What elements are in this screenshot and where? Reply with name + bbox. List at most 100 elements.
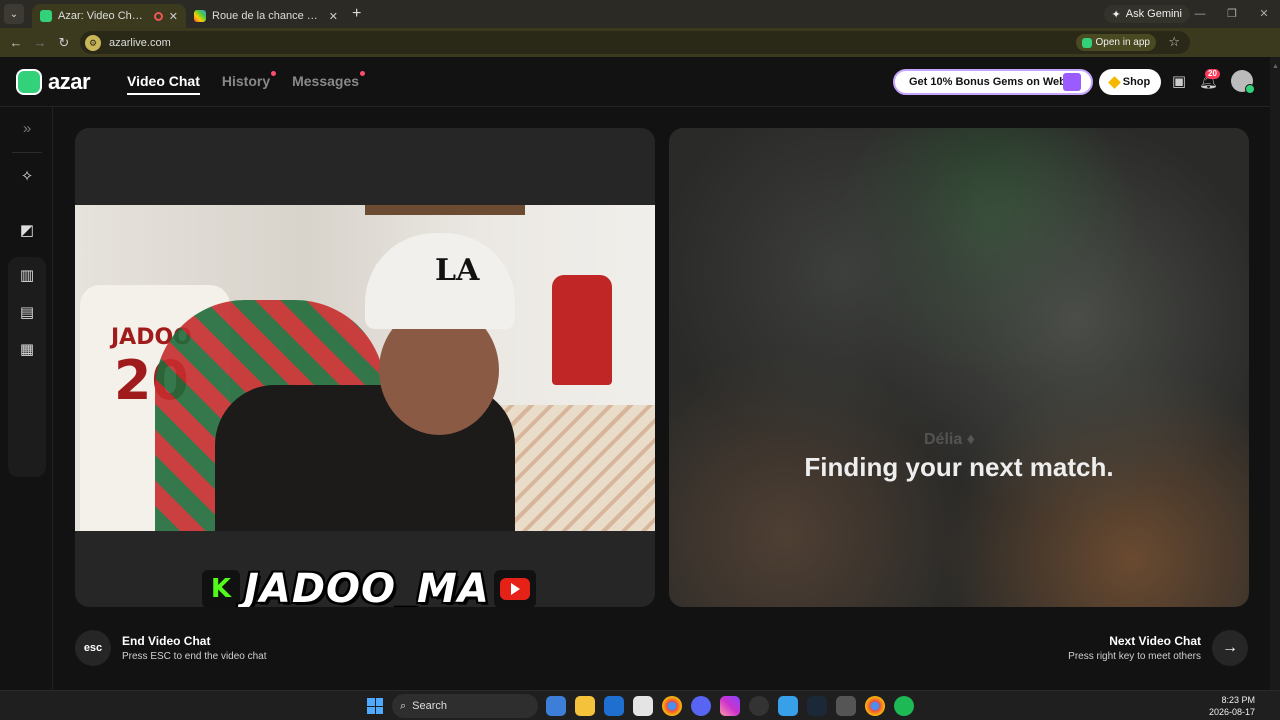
system-clock[interactable]: 8:23 PM 2026-08-17 [1209,694,1255,718]
finding-match-status: Finding your next match. [804,452,1114,482]
open-in-app-label: Open in app [1095,37,1151,48]
layout-side-by-side-icon[interactable]: ▥ [10,259,44,293]
tab-title: Azar: Video Chat with New [58,10,148,22]
notification-badge: 20 [1205,69,1220,79]
close-window-button[interactable]: ✕ [1248,0,1280,28]
expand-sidebar-icon[interactable]: » [10,112,44,146]
scroll-up-icon[interactable]: ▲ [1272,63,1279,71]
streamer-name: JADOO_MA [244,566,490,607]
end-chat-button[interactable]: esc [75,630,111,666]
wheel-favicon-icon [194,10,206,22]
bonus-gems-button[interactable]: Get 10% Bonus Gems on Web! [893,69,1093,95]
tab-search-button[interactable]: ⌄ [4,4,24,24]
taskbar: ⌕ Search 8:23 PM 2026-08-17 [0,690,1280,720]
capcut-icon[interactable] [836,696,856,716]
taskbar-search[interactable]: ⌕ Search [392,694,538,718]
shop-button[interactable]: Shop [1099,69,1161,95]
divider [12,152,42,153]
end-chat-hint: Press ESC to end the video chat [122,651,267,662]
main-nav: Video Chat History Messages [127,71,366,95]
minimize-button[interactable]: — [1184,0,1216,28]
nav-video-chat[interactable]: Video Chat [127,73,200,95]
red-shirt-on-wall [552,275,612,385]
inbox-icon[interactable]: ▣ [1170,73,1188,91]
close-tab-icon[interactable]: ✕ [169,10,178,23]
end-chat-text: End Video Chat Press ESC to end the vide… [122,634,267,662]
app-header: azar Video Chat History Messages Get 10%… [0,57,1270,107]
magic-wand-icon[interactable]: ✧ [10,160,44,194]
taskbar-apps [546,696,914,716]
end-chat-title: End Video Chat [122,634,211,648]
tab-title: Roue de la chance – roue aléat [212,10,323,22]
reload-button[interactable]: ↻ [52,35,76,51]
restore-button[interactable]: ❐ [1216,0,1248,28]
nav-messages-label: Messages [292,73,360,89]
user-avatar[interactable] [1231,70,1255,94]
back-button[interactable]: ← [4,35,28,50]
page-scrollbar[interactable]: ▲ [1270,57,1280,690]
browser-tab-bar: ⌄ Azar: Video Chat with New ✕ Roue de la… [0,0,1280,28]
search-icon: ⌕ [400,699,407,712]
new-tab-button[interactable]: + [352,5,361,23]
recording-indicator-icon [153,11,163,21]
bookmark-star-icon[interactable]: ☆ [1168,34,1180,50]
nav-history-label: History [221,73,271,89]
left-sidebar: » ✧ ◩ ▥ ▤ ▦ [0,107,53,690]
nav-history[interactable]: History [221,71,277,89]
my-video-panel: JADOO 20 LA K JADOO_MA [75,128,655,607]
wall-shelf [365,205,525,215]
url-field[interactable]: ⚙ azarlive.com Open in app ☆ [80,31,1190,54]
app-icon[interactable] [778,696,798,716]
clock-date: 2026-08-17 [1208,707,1255,717]
shop-label: Shop [1122,76,1151,88]
steam-icon[interactable] [807,696,827,716]
widgets-icon[interactable] [546,696,566,716]
chrome-active-icon[interactable] [865,696,885,716]
azar-logo-icon [16,69,42,95]
next-chat-hint: Press right key to meet others [1068,651,1201,662]
match-video-panel: Délia ♦ Finding your next match. [669,128,1249,607]
obs-icon[interactable] [749,696,769,716]
ask-gemini-label: Ask Gemini [1125,8,1182,20]
azar-logo[interactable]: azar [16,69,91,95]
forward-button[interactable]: → [28,35,52,50]
logo-text: azar [48,69,91,94]
bed [495,405,655,531]
tab-roue[interactable]: Roue de la chance – roue aléat ✕ [186,4,346,28]
instagram-icon[interactable] [720,696,740,716]
close-tab-icon[interactable]: ✕ [329,10,338,23]
windows-start-icon[interactable] [367,698,383,714]
messages-unread-dot [360,71,366,76]
kick-logo-icon: K [202,570,240,607]
gift-icon [1063,73,1081,91]
azar-favicon-icon [40,10,52,22]
nav-messages[interactable]: Messages [292,71,366,89]
layout-grid-icon[interactable]: ▦ [10,333,44,367]
gemini-sparkle-icon: ✦ [1111,8,1121,21]
clock-time: 8:23 PM [1221,695,1255,705]
webcam-feed: JADOO 20 LA [75,205,655,531]
ask-gemini-button[interactable]: ✦ Ask Gemini [1103,5,1190,23]
store-icon[interactable] [633,696,653,716]
file-explorer-icon[interactable] [575,696,595,716]
bonus-gems-label: Get 10% Bonus Gems on Web! [909,76,1070,88]
site-info-icon[interactable]: ⚙ [85,34,101,51]
youtube-logo-icon [493,570,536,607]
outlook-icon[interactable] [604,696,624,716]
streamer-overlay: K JADOO_MA [202,566,536,607]
tab-azar[interactable]: Azar: Video Chat with New ✕ [32,4,186,28]
filter-icon[interactable]: ◩ [10,214,44,248]
discord-icon[interactable] [691,696,711,716]
layout-stacked-icon[interactable]: ▤ [10,296,44,330]
chrome-icon[interactable] [662,696,682,716]
next-chat-arrow-icon[interactable]: → [1212,630,1248,666]
open-in-app-button[interactable]: Open in app [1075,34,1156,51]
window-controls: — ❐ ✕ [1184,0,1280,28]
url-text: azarlive.com [109,36,171,49]
next-chat-text: Next Video Chat Press right key to meet … [1068,634,1201,662]
history-unread-dot [271,71,277,76]
next-chat-title: Next Video Chat [1109,634,1201,648]
spotify-icon[interactable] [894,696,914,716]
taskbar-search-label: Search [412,700,448,712]
app-icon [1081,37,1092,48]
